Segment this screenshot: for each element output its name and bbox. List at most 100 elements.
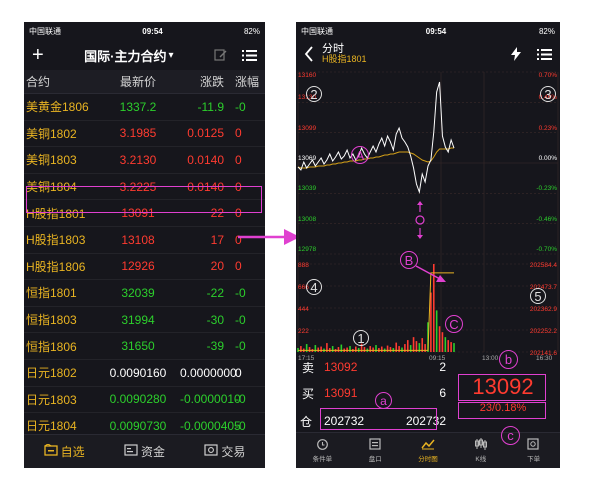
cell-name: 美黄金1806 (26, 100, 89, 115)
volume-bar (438, 326, 441, 352)
time-axis-label: 13:00 (482, 355, 499, 362)
intraday-chart[interactable] (296, 68, 560, 378)
volume-bar (314, 345, 317, 352)
watchlist-screen: 中国联通 09:54 82% + 国际·主力合约 ▾ 合约 最新价 涨跌 涨幅 … (24, 22, 265, 468)
tab-funds-label: 资金 (140, 445, 165, 459)
volume-bar (398, 346, 400, 352)
cell-change: 20 (210, 259, 224, 274)
tab-orderbook[interactable]: 盘口 (349, 433, 402, 468)
header-change[interactable]: 涨跌 (180, 73, 232, 90)
table-row[interactable]: 恒指1806 31650 -39 -0 (24, 333, 265, 360)
market-selector[interactable]: 国际·主力合约 ▾ (84, 46, 173, 65)
annotation-1: 1 (353, 330, 369, 346)
annotation-a: a (375, 392, 392, 409)
table-row[interactable]: 美铜1803 3.2130 0.0140 0 (24, 147, 265, 174)
divider-drag-handle (415, 201, 425, 239)
price-axis-label: 13069 (298, 155, 317, 162)
cell-price: 0.0090160 (109, 365, 167, 380)
volume-bar (300, 346, 302, 352)
annotation-5: 5 (530, 288, 546, 304)
pct-axis-label: -0.23% (536, 185, 557, 193)
annotation-b: b (499, 350, 518, 369)
volume-bar (320, 346, 322, 352)
volume-axis-label: 222 (298, 328, 309, 335)
header-name[interactable]: 合约 (24, 73, 96, 90)
tab-trade[interactable]: 交易 (185, 435, 265, 468)
intraday-navbar: 分时 H股指1801 (296, 40, 560, 68)
cell-pct: 0 (235, 152, 242, 167)
candlestick-icon (474, 438, 488, 452)
tab-watchlist[interactable]: 自选 (24, 435, 104, 468)
tab-conditional-order[interactable]: 条件单 (296, 433, 349, 468)
oi-axis-label: 202252.2 (529, 328, 557, 335)
volume-bar (354, 346, 357, 352)
intraday-chart-icon (421, 438, 435, 452)
menu-icon[interactable] (242, 49, 257, 62)
menu-icon[interactable] (537, 48, 552, 61)
trade-icon (204, 444, 218, 459)
cell-pct: -0 (235, 418, 246, 433)
chevron-down-icon: ▾ (168, 49, 174, 61)
volume-bar (450, 342, 452, 352)
volume-bar (349, 346, 351, 352)
volume-bar (308, 347, 311, 352)
bid-label: 买 (302, 386, 315, 401)
volume-bar (331, 346, 334, 352)
table-row[interactable]: 日元1802 0.0090160 0.0000000 0 (24, 360, 265, 387)
price-axis-label: 13099 (298, 124, 317, 132)
table-row[interactable]: 日元1803 0.0090280 -0.0000010 -0 (24, 387, 265, 414)
pct-axis-label: 0.23% (538, 124, 557, 132)
volume-axis-label: 444 (298, 306, 309, 313)
highlight-box-hsi (26, 186, 262, 213)
tab-intraday[interactable]: 分时图 (402, 433, 455, 468)
volume-bar (363, 347, 366, 352)
carrier-label: 中国联通 (301, 26, 333, 36)
tab-kline[interactable]: K线 (454, 433, 507, 468)
volume-bar (409, 345, 412, 352)
cell-name: 恒指1801 (26, 286, 77, 301)
volume-bar (346, 347, 348, 352)
plus-icon[interactable]: + (32, 44, 44, 67)
oi-axis-label: 202362.9 (529, 306, 557, 313)
volume-bar (337, 347, 340, 352)
lightning-icon[interactable] (511, 47, 521, 61)
carrier-label: 中国联通 (29, 26, 61, 36)
table-row[interactable]: 美黄金1806 1337.2 -11.9 -0 (24, 94, 265, 121)
cell-change: -11.9 (197, 99, 224, 114)
pct-axis-label: 0.70% (538, 72, 557, 79)
battery-label: 82% (243, 26, 260, 36)
cell-price: 12926 (121, 259, 155, 274)
cell-change: -30 (206, 312, 224, 327)
cell-price: 0.0090280 (109, 392, 167, 407)
annotation-4: 4 (306, 279, 322, 295)
cell-change: 17 (210, 232, 224, 247)
edit-icon[interactable] (214, 48, 228, 62)
ask-price: 13092 (324, 360, 358, 374)
cell-change: 0.0140 (187, 152, 224, 167)
volume-bar (369, 346, 372, 352)
cell-pct: -0 (235, 99, 246, 114)
table-row[interactable]: H股指1803 13108 17 0 (24, 227, 265, 254)
bid-row: 买 13091 6 (296, 382, 446, 404)
table-row[interactable]: H股指1806 12926 20 0 (24, 254, 265, 281)
cell-price: 31650 (121, 339, 155, 354)
table-row[interactable]: 恒指1803 31994 -30 -0 (24, 307, 265, 334)
header-pct[interactable]: 涨幅 (232, 73, 265, 90)
back-arrow-icon[interactable] (304, 46, 314, 62)
volume-bar (430, 292, 432, 352)
header-price[interactable]: 最新价 (96, 73, 180, 90)
intraday-screen: 中国联通 09:54 82% 分时 H股指1801 13160 0.70% 1 3 13… (296, 22, 560, 468)
annotation-3: 3 (540, 86, 556, 102)
cell-name: H股指1806 (26, 259, 86, 274)
status-time: 09:54 (142, 26, 163, 36)
volume-bar (375, 345, 377, 352)
price-axis-label: 13039 (298, 185, 317, 193)
table-row[interactable]: 恒指1801 32039 -22 -0 (24, 280, 265, 307)
highlight-box-open-interest (320, 408, 437, 430)
status-time: 09:54 (425, 26, 447, 36)
highlight-box-last-price (458, 374, 546, 401)
tab-funds[interactable]: 资金 (104, 435, 184, 468)
table-row[interactable]: 美铜1802 3.1985 0.0125 0 (24, 121, 265, 148)
volume-bar (372, 347, 374, 352)
cell-change: 0.0000000 (180, 365, 237, 380)
